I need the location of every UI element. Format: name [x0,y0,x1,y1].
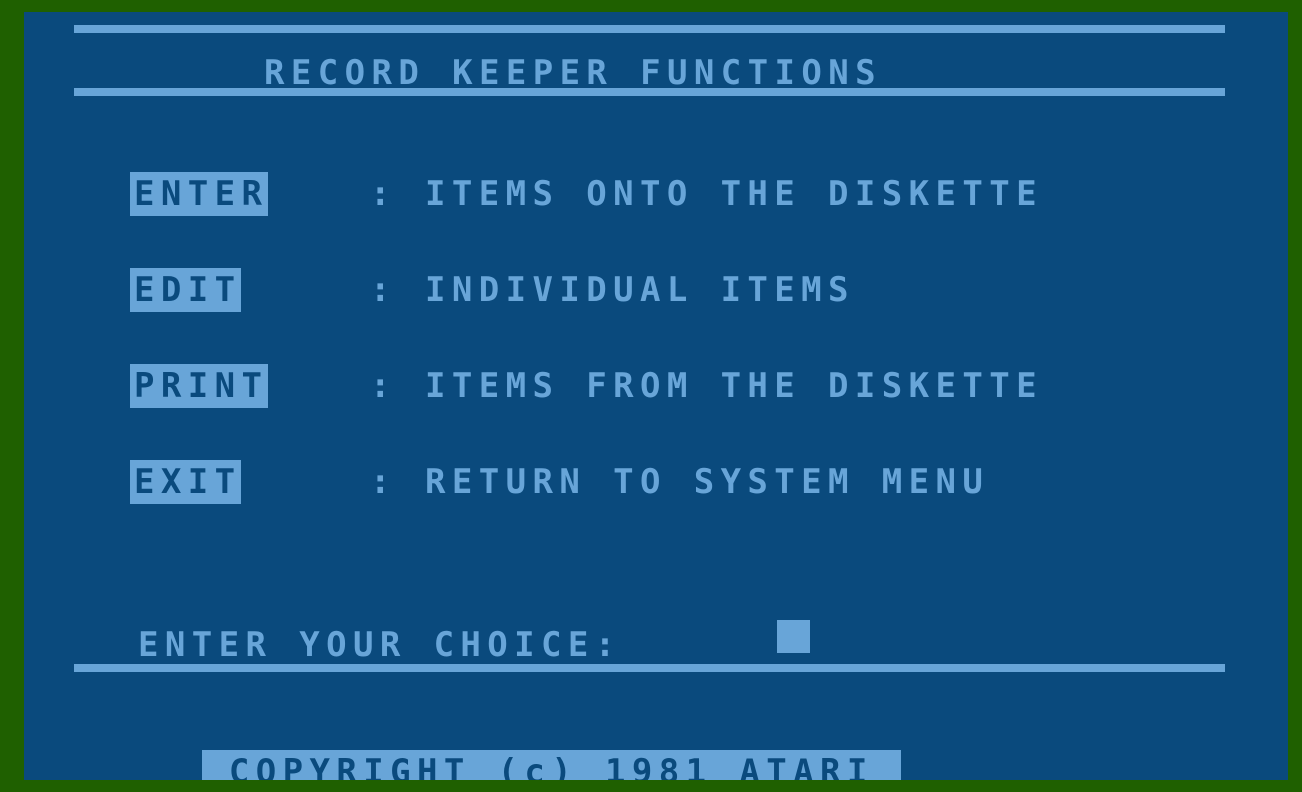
menu-separator-print: : [370,366,397,406]
menu-separator-edit: : [370,270,397,310]
title-bottom-divider [74,88,1225,96]
page-title: RECORD KEEPER FUNCTIONS [264,53,883,93]
menu-key-exit[interactable]: EXIT [130,460,242,504]
menu-separator-enter: : [370,174,397,214]
menu-description-enter: ITEMS ONTO THE DISKETTE [425,174,1044,214]
menu-key-edit[interactable]: EDIT [130,268,242,312]
screen-content-area: RECORD KEEPER FUNCTIONS ENTER : ITEMS ON… [24,12,1288,780]
block-cursor[interactable] [777,620,810,653]
menu-description-edit: INDIVIDUAL ITEMS [425,270,855,310]
menu-separator-exit: : [370,462,397,502]
title-top-divider [74,25,1225,33]
menu-key-enter[interactable]: ENTER [130,172,269,216]
menu-description-print: ITEMS FROM THE DISKETTE [425,366,1044,406]
menu-key-print[interactable]: PRINT [130,364,269,408]
choice-prompt-label: ENTER YOUR CHOICE: [138,625,622,665]
atari-screen: RECORD KEEPER FUNCTIONS ENTER : ITEMS ON… [0,0,1302,792]
prompt-bottom-divider [74,664,1225,672]
copyright-banner: COPYRIGHT (c) 1981 ATARI [202,750,901,780]
menu-description-exit: RETURN TO SYSTEM MENU [425,462,990,502]
